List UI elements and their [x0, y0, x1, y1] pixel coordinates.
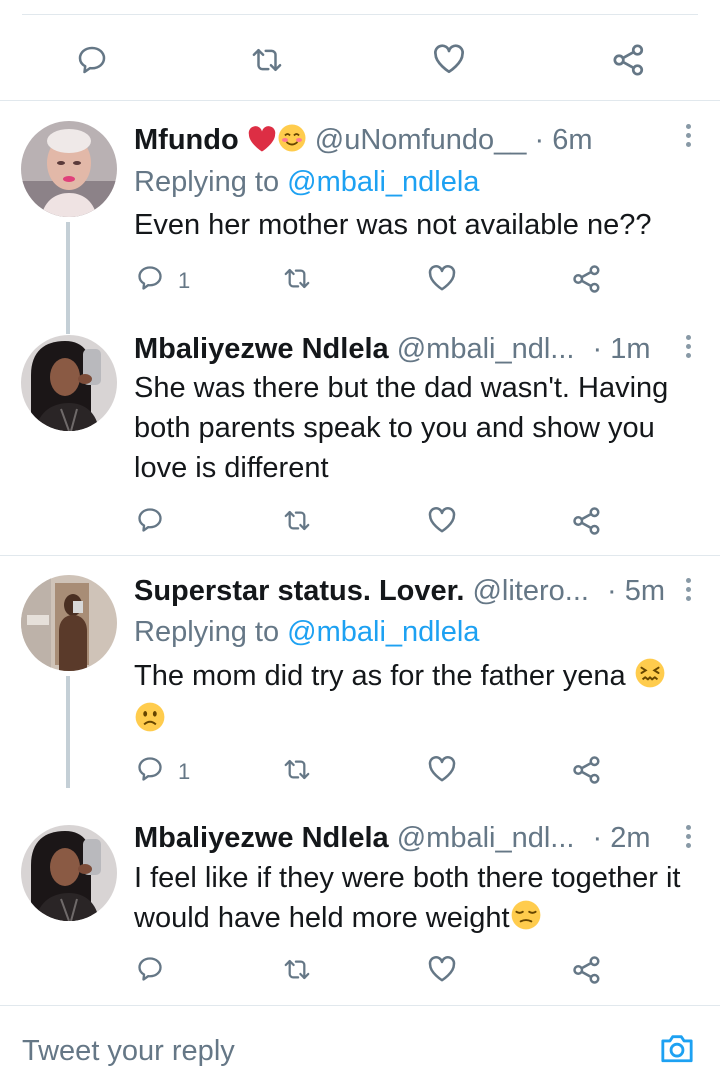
pensive-face-emoji: [510, 899, 542, 942]
tweet-text: She was there but the dad wasn't. Having…: [134, 372, 669, 484]
replying-prefix: Replying to: [134, 616, 280, 648]
username[interactable]: @uNomfundo__: [315, 124, 527, 156]
reply-count: 1: [178, 759, 191, 784]
tweet-text: I feel like if they were both there toge…: [134, 858, 694, 942]
display-name[interactable]: Mbaliyezwe Ndlela: [134, 333, 389, 365]
avatar[interactable]: [21, 825, 117, 921]
frowning-face-emoji: [134, 701, 166, 744]
timestamp[interactable]: 2m: [610, 822, 650, 854]
avatar[interactable]: [21, 575, 117, 671]
top-divider: [22, 14, 698, 15]
timestamp[interactable]: 1m: [610, 333, 650, 365]
timestamp-separator: ·: [592, 333, 603, 365]
divider: [0, 1005, 720, 1006]
red-heart-emoji: [247, 125, 277, 162]
share-icon[interactable]: [572, 755, 602, 785]
heart-icon[interactable]: [427, 755, 457, 783]
retweet-icon[interactable]: [282, 507, 312, 534]
share-icon[interactable]: [572, 955, 602, 985]
heart-icon[interactable]: [427, 955, 457, 983]
thread-line: [66, 676, 70, 788]
display-name[interactable]: Mbaliyezwe Ndlela: [134, 822, 389, 854]
reply-count: 1: [178, 268, 191, 293]
retweet-icon[interactable]: [282, 956, 312, 983]
mention-link[interactable]: @mbali_ndlela: [287, 616, 479, 648]
tweet-header: Mfundo @uNomfundo__ · 6m: [134, 122, 593, 162]
retweet-icon[interactable]: [282, 265, 312, 292]
more-options-icon[interactable]: [684, 124, 692, 154]
confounded-face-emoji: [634, 657, 666, 700]
tweet-header: Mbaliyezwe Ndlela @mbali_ndl... · 1m: [134, 331, 651, 367]
timestamp[interactable]: 5m: [625, 575, 665, 607]
heart-icon[interactable]: [427, 506, 457, 534]
timestamp-separator: ·: [592, 822, 603, 854]
more-options-icon[interactable]: [684, 335, 692, 365]
tweet-header: Mbaliyezwe Ndlela @mbali_ndl... · 2m: [134, 820, 651, 856]
reply-icon[interactable]: [76, 44, 108, 76]
replying-to: Replying to @mbali_ndlela: [134, 164, 479, 200]
smiling-face-emoji: [277, 123, 307, 162]
tweet-header: Superstar status. Lover. @litero... · 5m: [134, 573, 665, 609]
reply-icon[interactable]: [136, 955, 164, 983]
avatar[interactable]: [21, 121, 117, 217]
more-options-icon[interactable]: [684, 825, 692, 855]
replying-to: Replying to @mbali_ndlela: [134, 614, 479, 650]
tweet-text-content: The mom did try as for the father yena: [134, 660, 626, 692]
reply-icon[interactable]: [136, 264, 164, 292]
timestamp-separator: ·: [607, 575, 617, 607]
reply-icon[interactable]: [136, 506, 164, 534]
divider: [0, 100, 720, 101]
username[interactable]: @mbali_ndl...: [397, 822, 575, 854]
tweet-text-content: I feel like if they were both there toge…: [134, 862, 681, 934]
avatar[interactable]: [21, 335, 117, 431]
username[interactable]: @litero...: [472, 575, 588, 607]
display-name[interactable]: Superstar status. Lover.: [134, 575, 464, 607]
divider: [0, 555, 720, 556]
retweet-icon[interactable]: [250, 44, 284, 76]
display-name[interactable]: Mfundo: [134, 124, 239, 156]
heart-icon[interactable]: [427, 264, 457, 292]
thread-line: [66, 222, 70, 334]
share-icon[interactable]: [572, 506, 602, 536]
username[interactable]: @mbali_ndl...: [397, 333, 575, 365]
reply-input[interactable]: Tweet your reply: [22, 1035, 235, 1068]
mention-link[interactable]: @mbali_ndlela: [287, 166, 479, 198]
share-icon[interactable]: [612, 43, 646, 77]
retweet-icon[interactable]: [282, 756, 312, 783]
tweet-text: Even her mother was not available ne??: [134, 209, 652, 241]
camera-icon[interactable]: [658, 1031, 696, 1065]
reply-icon[interactable]: [136, 755, 164, 783]
share-icon[interactable]: [572, 264, 602, 294]
tweet-text: The mom did try as for the father yena: [134, 656, 694, 744]
heart-icon[interactable]: [432, 43, 466, 75]
timestamp[interactable]: 6m: [552, 124, 592, 156]
more-options-icon[interactable]: [684, 578, 692, 608]
replying-prefix: Replying to: [134, 166, 280, 198]
timestamp-separator: ·: [534, 124, 545, 156]
